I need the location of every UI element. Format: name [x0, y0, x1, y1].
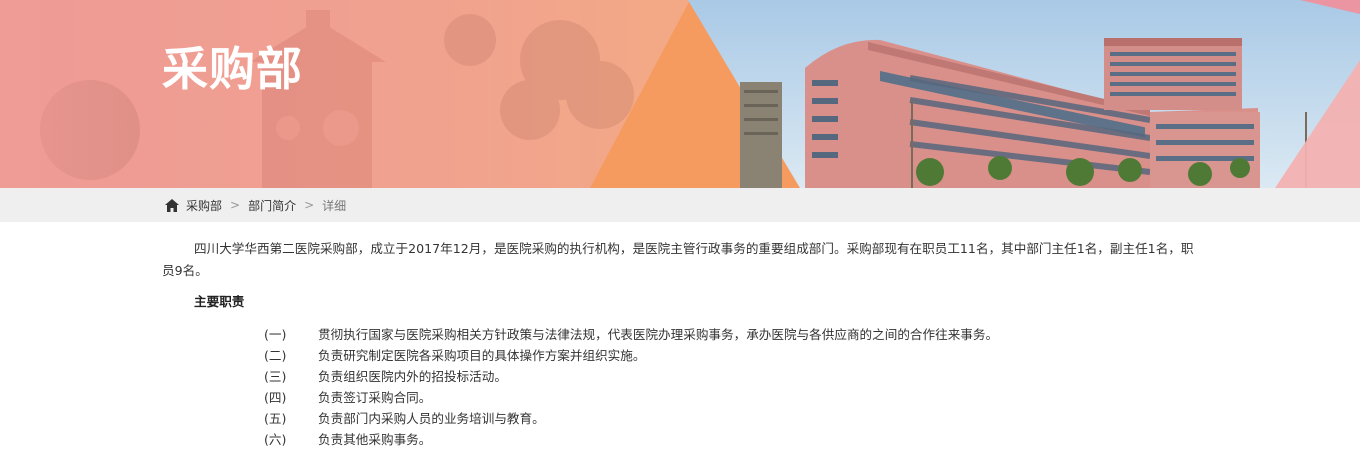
list-item: (六) 负责其他采购事务。	[162, 429, 1202, 450]
intro-paragraph: 四川大学华西第二医院采购部，成立于2017年12月，是医院采购的执行机构，是医院…	[162, 241, 1194, 278]
duty-text: 负责其他采购事务。	[318, 432, 432, 447]
duties-heading: 主要职责	[194, 294, 245, 309]
breadcrumb-separator: >	[304, 198, 315, 212]
breadcrumb: 采购部 > 部门简介 > 详细	[165, 188, 346, 222]
list-item: (四) 负责签订采购合同。	[162, 387, 1202, 408]
duty-number: (五)	[264, 411, 287, 426]
breadcrumb-item-department-intro[interactable]: 部门简介	[248, 197, 296, 214]
article-content: 四川大学华西第二医院采购部，成立于2017年12月，是医院采购的执行机构，是医院…	[162, 238, 1202, 450]
home-icon[interactable]	[165, 198, 179, 212]
breadcrumb-item-purchasing[interactable]: 采购部	[186, 197, 222, 214]
list-item: (二) 负责研究制定医院各采购项目的具体操作方案并组织实施。	[162, 345, 1202, 366]
clock-tower-silhouette	[250, 10, 386, 188]
breadcrumb-bar: 采购部 > 部门简介 > 详细	[0, 188, 1360, 222]
breadcrumb-item-detail: 详细	[322, 198, 347, 213]
duty-text: 负责研究制定医院各采购项目的具体操作方案并组织实施。	[318, 348, 646, 363]
duty-number: (二)	[264, 348, 287, 363]
page-banner: 采购部	[0, 0, 1360, 188]
duty-text: 负责组织医院内外的招投标活动。	[318, 369, 507, 384]
list-item: (一) 贯彻执行国家与医院采购相关方针政策与法律法规，代表医院办理采购事务，承办…	[162, 324, 1202, 345]
duty-list: (一) 贯彻执行国家与医院采购相关方针政策与法律法规，代表医院办理采购事务，承办…	[162, 324, 1202, 450]
duty-number: (四)	[264, 390, 287, 405]
duty-text: 负责部门内采购人员的业务培训与教育。	[318, 411, 545, 426]
duty-number: (六)	[264, 432, 287, 447]
duty-number: (一)	[264, 327, 287, 342]
list-item: (五) 负责部门内采购人员的业务培训与教育。	[162, 408, 1202, 429]
duty-number: (三)	[264, 369, 287, 384]
page-title: 采购部	[162, 42, 303, 96]
breadcrumb-separator: >	[230, 198, 241, 212]
list-item: (三) 负责组织医院内外的招投标活动。	[162, 366, 1202, 387]
duty-text: 负责签订采购合同。	[318, 390, 432, 405]
duty-text: 贯彻执行国家与医院采购相关方针政策与法律法规，代表医院办理采购事务，承办医院与各…	[318, 327, 999, 342]
